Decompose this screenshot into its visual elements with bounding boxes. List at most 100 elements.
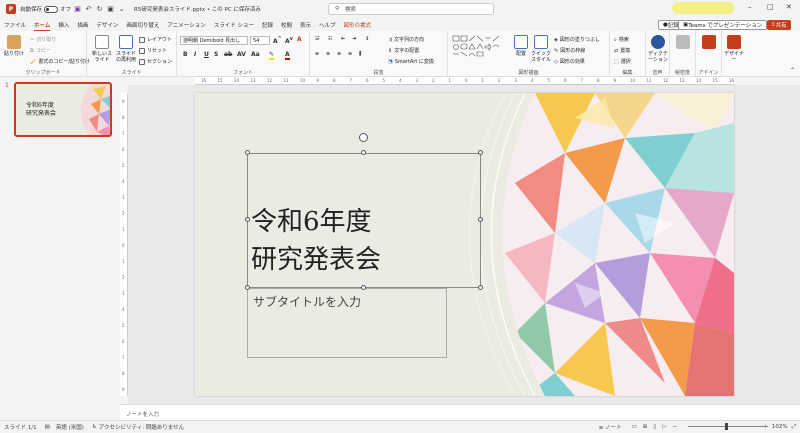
smartart-button[interactable]: ⬔ SmartArt に変換: [388, 58, 434, 66]
shrink-font-icon[interactable]: Av: [285, 36, 293, 45]
rotate-handle-icon[interactable]: [359, 133, 368, 142]
italic-icon[interactable]: I: [194, 51, 196, 58]
align-right-icon[interactable]: ≡: [337, 51, 341, 57]
text-direction-button[interactable]: ⤨ 文字列の方向: [388, 36, 424, 44]
new-slide-button[interactable]: 新しいスライド: [91, 35, 113, 63]
menu-view[interactable]: 表示: [300, 21, 311, 29]
slideshow-icon[interactable]: ▷: [662, 424, 666, 430]
char-spacing-icon[interactable]: AV: [237, 51, 246, 58]
layout-button[interactable]: レイアウト: [139, 36, 172, 43]
quick-styles-button[interactable]: クイックスタイル: [530, 35, 552, 63]
change-case-icon[interactable]: Aa: [251, 51, 260, 58]
menu-slideshow[interactable]: スライド ショー: [214, 21, 254, 29]
save-icon[interactable]: ▣: [73, 5, 82, 14]
resize-handle[interactable]: [361, 150, 366, 155]
status-accessibility[interactable]: アクセシビリティ: 問題ありません: [99, 423, 184, 431]
reading-view-icon[interactable]: ▯: [653, 424, 656, 430]
menu-home[interactable]: ホーム: [34, 21, 51, 32]
bold-icon[interactable]: B: [183, 51, 188, 58]
menu-draw[interactable]: 描画: [77, 21, 88, 29]
close-icon[interactable]: ✕: [786, 3, 792, 11]
slideshow-from-start-icon[interactable]: ▣: [106, 5, 115, 14]
addins-button[interactable]: [698, 35, 720, 51]
grow-font-icon[interactable]: A^: [273, 36, 282, 45]
menu-record[interactable]: 記録: [262, 21, 273, 29]
resize-handle[interactable]: [478, 150, 483, 155]
indent-icon[interactable]: ⇤: [341, 36, 345, 42]
customize-toolbar-icon[interactable]: ⌄: [117, 5, 126, 14]
spellcheck-icon[interactable]: ▤: [45, 424, 50, 430]
numbering-icon[interactable]: ☷: [328, 36, 332, 42]
minimize-icon[interactable]: –: [748, 3, 752, 11]
undo-icon[interactable]: ↶: [84, 5, 93, 14]
menu-insert[interactable]: 挿入: [58, 21, 69, 29]
cut-button[interactable]: ✂ 切り取り: [30, 36, 56, 44]
resize-handle[interactable]: [245, 217, 250, 222]
share-button[interactable]: ⇪ 共有: [767, 20, 791, 30]
designer-button[interactable]: デザイナー: [723, 35, 745, 63]
shape-effects-button[interactable]: ◇ 図形の効果: [554, 58, 585, 66]
font-color-icon[interactable]: A: [285, 51, 290, 60]
reuse-slide-button[interactable]: スライドの再利用: [115, 35, 137, 63]
fit-slide-icon[interactable]: ⤢: [792, 424, 796, 431]
menu-help[interactable]: ヘルプ: [319, 21, 336, 29]
slide-canvas[interactable]: 令和6年度 研究発表会 サブタイトルを入力: [195, 93, 734, 396]
columns-icon[interactable]: ⫼: [359, 51, 361, 57]
slide-subtitle[interactable]: サブタイトルを入力: [253, 293, 361, 310]
resize-handle[interactable]: [478, 217, 483, 222]
replace-button[interactable]: ⇄ 置換: [614, 47, 630, 55]
zoom-slider-knob[interactable]: [725, 423, 728, 430]
restore-icon[interactable]: □: [767, 3, 774, 11]
align-left-icon[interactable]: ≡: [315, 51, 319, 57]
resize-handle[interactable]: [478, 285, 483, 290]
underline-icon[interactable]: U: [204, 51, 209, 58]
zoom-in-icon[interactable]: +: [763, 424, 768, 430]
autosave-toggle[interactable]: [44, 5, 59, 13]
resize-handle[interactable]: [245, 150, 250, 155]
font-size-select[interactable]: 54: [250, 36, 270, 45]
shapes-gallery[interactable]: [452, 35, 507, 59]
select-button[interactable]: ⬚ 選択: [614, 58, 631, 66]
slide-sorter-icon[interactable]: ⊞: [643, 424, 648, 430]
clear-format-icon[interactable]: A: [297, 36, 302, 43]
highlight-icon[interactable]: ✎: [269, 51, 275, 60]
search-input[interactable]: ⚲ 検索: [328, 3, 494, 15]
format-painter-button[interactable]: 🖌 書式のコピー/貼り付け: [30, 58, 90, 66]
arrange-button[interactable]: 配置: [510, 35, 532, 57]
resize-handle[interactable]: [245, 285, 250, 290]
shadow-icon[interactable]: S: [214, 51, 218, 58]
align-center-icon[interactable]: ≡: [326, 51, 330, 57]
menu-file[interactable]: ファイル: [4, 21, 26, 29]
redo-icon[interactable]: ↻: [95, 5, 104, 14]
notes-pane[interactable]: ノートを入力: [120, 404, 800, 420]
autosave[interactable]: 自動保存 オフ: [20, 5, 71, 13]
filename[interactable]: R5研究発表会スライド.pptx • この PC に保存済み: [134, 5, 261, 13]
zoom-out-icon[interactable]: −: [673, 424, 678, 430]
menu-shape-format[interactable]: 図形の書式: [344, 21, 372, 29]
section-button[interactable]: セクション: [139, 58, 172, 65]
align-text-button[interactable]: ⇕ 文字の配置: [388, 47, 419, 55]
zoom-slider-track[interactable]: [688, 426, 768, 427]
font-name-select[interactable]: 游明朝 Demibold 見出し: [180, 36, 248, 45]
zoom-level[interactable]: 102%: [772, 424, 788, 430]
collapse-ribbon-icon[interactable]: ⌃: [790, 67, 795, 74]
normal-view-icon[interactable]: ▭: [632, 424, 637, 430]
paste-button[interactable]: 貼り付け: [3, 35, 25, 57]
menu-transitions[interactable]: 画面切り替え: [126, 21, 159, 29]
justify-icon[interactable]: ≡: [348, 51, 352, 57]
strikethrough-icon[interactable]: ab: [224, 51, 232, 58]
shape-outline-button[interactable]: ✎ 図形の枠線: [554, 47, 585, 55]
menu-animations[interactable]: アニメーション: [167, 21, 205, 29]
status-language[interactable]: 英語 (米国): [56, 423, 84, 431]
outdent-icon[interactable]: ⇥: [352, 36, 356, 42]
menu-review[interactable]: 校閲: [281, 21, 292, 29]
slide-title[interactable]: 令和6年度 研究発表会: [251, 203, 381, 279]
dictate-button[interactable]: ディクテーション: [647, 35, 669, 63]
menu-design[interactable]: デザイン: [96, 21, 118, 29]
line-spacing-icon[interactable]: ↕: [365, 36, 369, 42]
teams-present-button[interactable]: ▣ Teams でプレゼンテーション: [678, 20, 768, 30]
bullets-icon[interactable]: ☰: [315, 36, 319, 42]
copy-button[interactable]: ⧉ コピー: [30, 47, 51, 55]
notes-toggle[interactable]: ≡ ノート: [599, 423, 622, 431]
sensitivity-button[interactable]: [672, 35, 694, 51]
